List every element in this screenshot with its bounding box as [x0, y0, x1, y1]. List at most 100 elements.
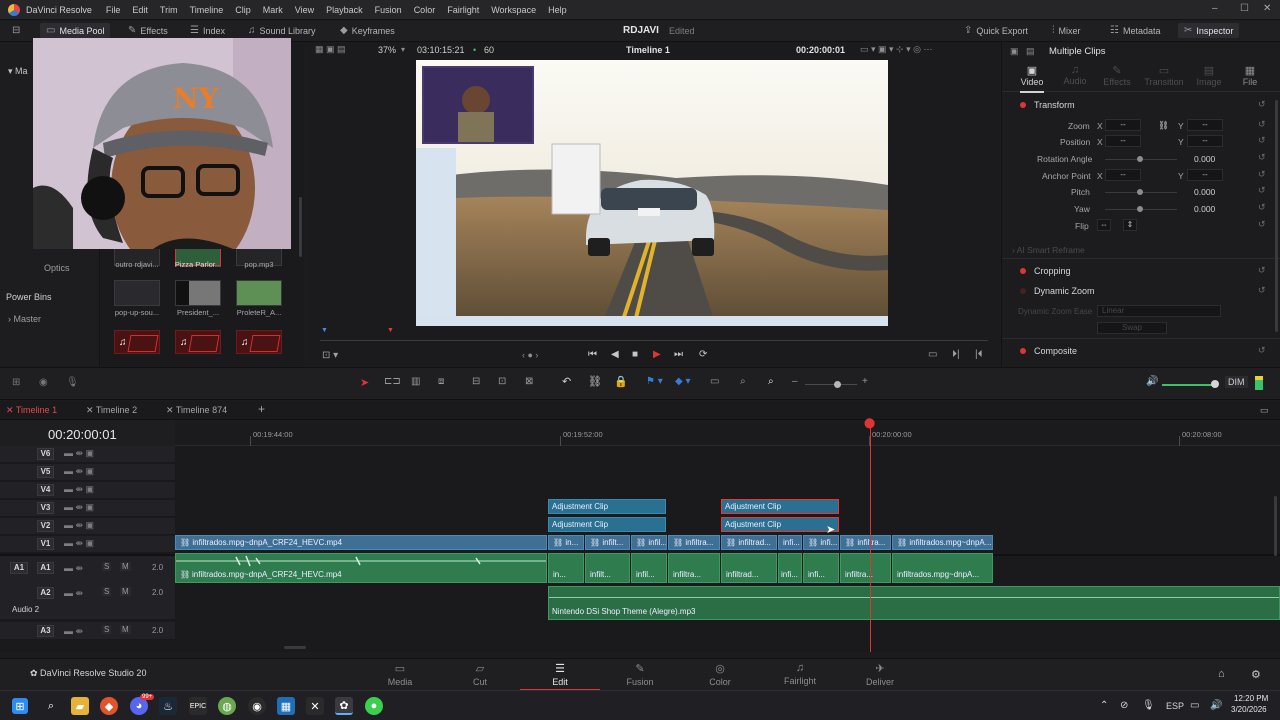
xbox-icon[interactable]: ◍ [218, 697, 236, 715]
home-icon[interactable]: ⌂ [1218, 668, 1225, 680]
page-deliver[interactable]: ✈ Deliver [840, 662, 920, 687]
viewer-layout-icon[interactable]: ▦ ▣ ▤ [315, 44, 346, 55]
trim-tool-icon[interactable]: ⊏⊐ [384, 376, 401, 387]
reset-icon[interactable]: ↺ [1258, 345, 1266, 356]
timeline-zoom-slider[interactable] [805, 384, 857, 385]
play-icon[interactable]: ▶ [653, 349, 661, 360]
marker-icon[interactable]: ◆ ▾ [675, 376, 691, 387]
track-lock-icon[interactable]: ▬ ⇼ ▣ [64, 484, 94, 495]
reset-icon[interactable]: ↺ [1258, 119, 1266, 130]
video-clip[interactable]: ⛓ infilt... [585, 535, 630, 550]
capcut-icon[interactable]: ✕ [306, 697, 324, 715]
android-icon[interactable]: ● [365, 697, 383, 715]
track-badge[interactable]: A3 [37, 625, 54, 637]
smart-reframe-section[interactable]: › AI Smart Reframe [1012, 245, 1085, 255]
track-lock-icon[interactable]: ▬ ⇼ ▣ [64, 466, 94, 477]
viewer-options-icons[interactable]: ▭ ▾ ▣ ▾ ⊹ ▾ ◎ ⋯ [860, 44, 932, 55]
playhead-handle-icon[interactable]: ⬤ [864, 418, 875, 429]
reset-icon[interactable]: ↺ [1258, 169, 1266, 180]
pitch-slider-knob[interactable] [1137, 189, 1143, 195]
page-cut[interactable]: ▱ Cut [440, 662, 520, 687]
media-pool-scrollbar[interactable] [299, 197, 302, 257]
track-badge[interactable]: A1 [37, 562, 54, 574]
enabled-indicator-icon[interactable] [1020, 102, 1026, 108]
zoom-in-icon[interactable]: + [862, 376, 868, 387]
reset-icon[interactable]: ↺ [1258, 202, 1266, 213]
prev-edit-icon[interactable]: |⏴ [975, 349, 983, 360]
quick-export-button[interactable]: ⇪ Quick Export [964, 25, 1028, 36]
optics-item[interactable]: Optics [44, 263, 70, 273]
position-y-field[interactable]: -- [1187, 135, 1223, 147]
epic-games-icon[interactable]: EPIC [189, 697, 207, 715]
adjustment-clip-v2[interactable]: Adjustment Clip [548, 517, 666, 532]
add-timeline-tab-icon[interactable]: + [258, 402, 265, 416]
play-reverse-icon[interactable]: ◀ [611, 349, 619, 360]
windows-start-icon[interactable]: ⊞ [12, 698, 28, 714]
tab-timeline-2[interactable]: ✕ Timeline 2 [86, 405, 137, 416]
audio-meter-icon[interactable]: ◉ [39, 377, 48, 388]
inspector-layout-icon[interactable]: ▣ [1010, 46, 1019, 57]
track-badge[interactable]: V6 [37, 448, 54, 460]
video-clip[interactable]: ⛓ in... [548, 535, 584, 550]
enabled-indicator-icon[interactable] [1020, 268, 1026, 274]
timeline-timecode[interactable]: 00:20:00:01 [48, 427, 117, 442]
loop-icon[interactable]: ⟳ [699, 349, 707, 360]
match-frame-icon[interactable]: ▭ [928, 349, 937, 360]
composite-section[interactable]: Composite [1020, 346, 1077, 356]
tab-timeline-874[interactable]: ✕ Timeline 874 [166, 405, 227, 416]
timeline-view-options-icon[interactable]: ⊞ [12, 377, 20, 388]
enabled-indicator-icon[interactable] [1020, 348, 1026, 354]
audio-clip-thumb[interactable]: ♫ [114, 330, 160, 354]
video-clip-main[interactable]: ⛓ infiltrados.mpg~dnpA_CRF24_HEVC.mp4 [175, 535, 547, 550]
media-thumb-popup-sound[interactable] [114, 280, 160, 306]
microphone-icon[interactable]: 🎙 [1142, 700, 1155, 711]
audio-clip[interactable]: infiltrados.mpg~dnpA... [892, 553, 993, 583]
inspector-button[interactable]: ✂ Inspector [1178, 23, 1240, 38]
menu-file[interactable]: File [100, 5, 127, 15]
audio-clip-thumb[interactable]: ♫ [175, 330, 221, 354]
solo-button[interactable]: S [102, 587, 112, 596]
audio-clip-main[interactable]: ⛓ infiltrados.mpg~dnpA_CRF24_HEVC.mp4 [175, 553, 547, 583]
page-fairlight[interactable]: ♫ Fairlight [760, 662, 840, 686]
track-badge[interactable]: V2 [37, 520, 54, 532]
media-thumb-president[interactable] [175, 280, 221, 306]
position-x-field[interactable]: -- [1105, 135, 1141, 147]
metadata-button[interactable]: ☷ Metadata [1110, 25, 1161, 36]
clock-date[interactable]: 3/20/2026 [1231, 705, 1267, 714]
reset-icon[interactable]: ↺ [1258, 99, 1266, 110]
audio-clip[interactable]: infiltra... [668, 553, 720, 583]
master-volume-slider[interactable] [1162, 384, 1216, 386]
close-icon[interactable]: ✕ [1263, 3, 1271, 14]
playhead-marker[interactable]: ▼ [387, 327, 394, 334]
clock-time[interactable]: 12:20 PM [1234, 694, 1268, 703]
timeline-zoom-knob[interactable] [834, 381, 841, 388]
tab-effects[interactable]: ✎ Effects [1103, 64, 1131, 87]
yaw-slider-knob[interactable] [1137, 206, 1143, 212]
photos-icon[interactable]: ▦ [277, 697, 295, 715]
track-badge[interactable]: V3 [37, 502, 54, 514]
page-media[interactable]: ▭ Media [360, 662, 440, 687]
menu-workspace[interactable]: Workspace [485, 5, 542, 15]
track-badge[interactable]: V1 [37, 538, 54, 550]
audio-clip[interactable]: in... [548, 553, 584, 583]
track-lock-icon[interactable]: ▬ ⇼ [64, 588, 83, 599]
obs-icon[interactable]: ◉ [248, 697, 266, 715]
blade-tool-icon[interactable]: ⧈ [438, 376, 444, 387]
reset-icon[interactable]: ↺ [1258, 135, 1266, 146]
index-button[interactable]: ☰ Index [190, 25, 225, 36]
audio-clip[interactable]: infiltra... [840, 553, 891, 583]
zoom-detail-icon[interactable]: ⌕ [740, 376, 746, 387]
adjustment-clip-v3[interactable]: Adjustment Clip [548, 499, 666, 514]
replace-clip-icon[interactable]: ⊠ [525, 376, 533, 387]
dynamic-trim-icon[interactable]: ▥ [411, 376, 420, 387]
menu-help[interactable]: Help [542, 5, 573, 15]
audio-clip-thumb[interactable]: ♫ [236, 330, 282, 354]
track-lock-icon[interactable]: ▬ ⇼ ▣ [64, 520, 94, 531]
insert-clip-icon[interactable]: ⊟ [472, 376, 480, 387]
stop-icon[interactable]: ■ [632, 349, 638, 360]
rotation-value[interactable]: 0.000 [1194, 154, 1215, 164]
track-lock-icon[interactable]: ▬ ⇼ ▣ [64, 448, 94, 459]
menu-color[interactable]: Color [408, 5, 442, 15]
track-lock-icon[interactable]: ▬ ⇼ ▣ [64, 538, 94, 549]
zoom-custom-icon[interactable]: ⌕ [768, 376, 774, 387]
